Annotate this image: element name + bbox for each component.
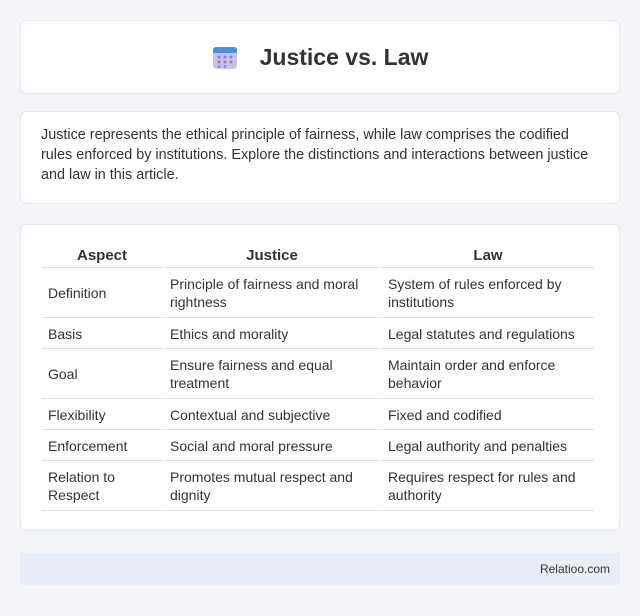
- table-cell: Maintain order and enforce behavior: [382, 349, 594, 399]
- footer-brand[interactable]: Relatioo.com: [540, 562, 610, 576]
- table-header-row: Aspect Justice Law: [42, 245, 594, 268]
- table-cell: Fixed and codified: [382, 399, 594, 430]
- comparison-table-card: Aspect Justice Law Definition Principle …: [20, 224, 620, 531]
- intro-paragraph: Justice represents the ethical principle…: [41, 127, 589, 183]
- table-row: Flexibility Contextual and subjective Fi…: [42, 399, 594, 430]
- table-row: Enforcement Social and moral pressure Le…: [42, 430, 594, 461]
- page-title: Justice vs. Law: [259, 43, 429, 70]
- table-cell: System of rules enforced by institutions: [382, 268, 594, 318]
- footer: Relatioo.com: [20, 553, 620, 585]
- table-cell: Contextual and subjective: [164, 399, 380, 430]
- title-card: Justice vs. Law: [20, 20, 620, 94]
- comparison-table: Aspect Justice Law Definition Principle …: [40, 245, 596, 511]
- table-cell: Principle of fairness and moral rightnes…: [164, 268, 380, 318]
- table-cell: Social and moral pressure: [164, 430, 380, 461]
- table-cell: Requires respect for rules and authority: [382, 461, 594, 511]
- column-header-justice: Justice: [164, 245, 380, 268]
- table-cell: Relation to Respect: [42, 461, 162, 511]
- calendar-icon: [212, 47, 237, 69]
- column-header-law: Law: [382, 245, 594, 268]
- title-wrap: Justice vs. Law: [212, 43, 429, 71]
- table-cell: Promotes mutual respect and dignity: [164, 461, 380, 511]
- table-cell: Goal: [42, 349, 162, 399]
- table-row: Definition Principle of fairness and mor…: [42, 268, 594, 318]
- table-row: Relation to Respect Promotes mutual resp…: [42, 461, 594, 511]
- table-cell: Ethics and morality: [164, 318, 380, 349]
- table-row: Goal Ensure fairness and equal treatment…: [42, 349, 594, 399]
- table-cell: Enforcement: [42, 430, 162, 461]
- table-cell: Flexibility: [42, 399, 162, 430]
- table-cell: Legal statutes and regulations: [382, 318, 594, 349]
- table-cell: Legal authority and penalties: [382, 430, 594, 461]
- table-row: Basis Ethics and morality Legal statutes…: [42, 318, 594, 349]
- intro-card: Justice represents the ethical principle…: [20, 111, 620, 204]
- table-cell: Definition: [42, 268, 162, 318]
- table-cell: Basis: [42, 318, 162, 349]
- table-cell: Ensure fairness and equal treatment: [164, 349, 380, 399]
- column-header-aspect: Aspect: [42, 245, 162, 268]
